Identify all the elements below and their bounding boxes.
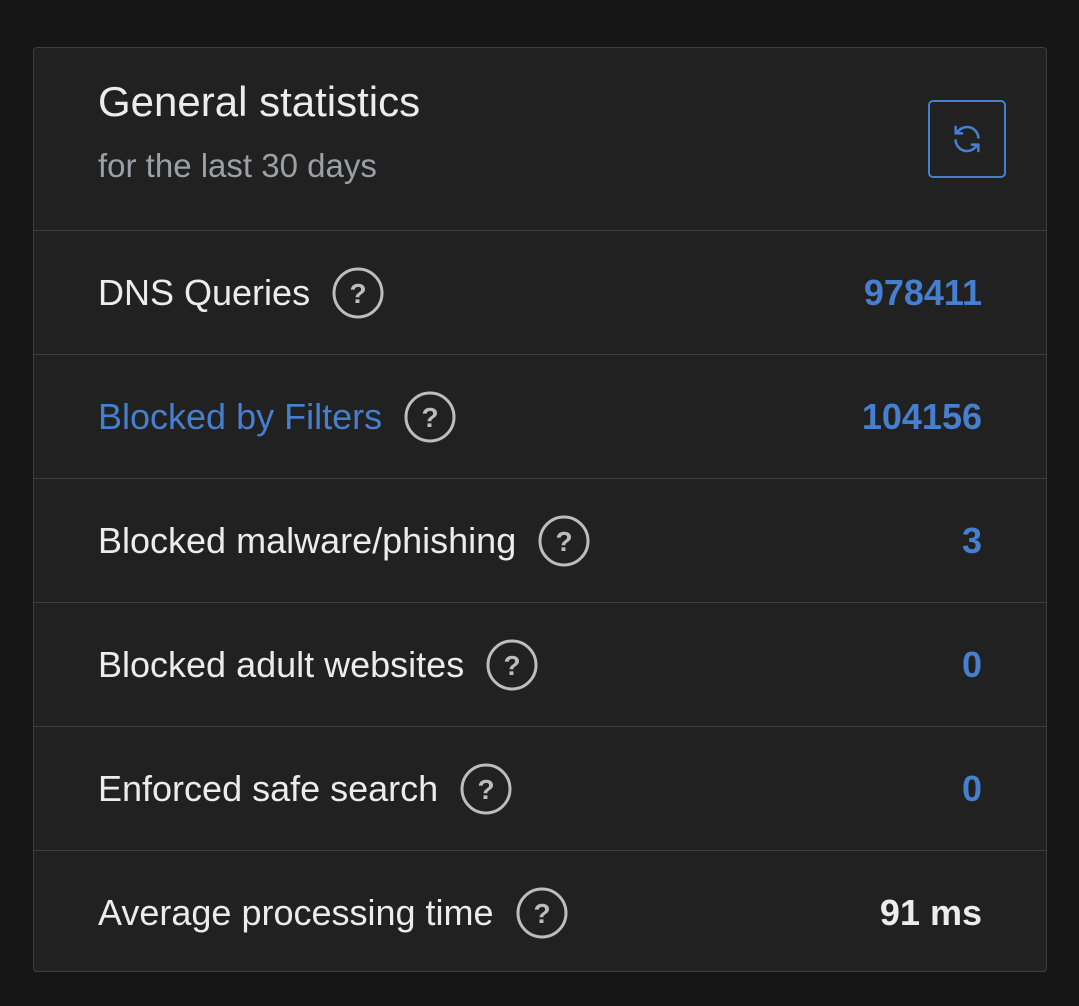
refresh-button[interactable] — [928, 100, 1006, 178]
svg-text:?: ? — [422, 402, 439, 433]
stat-row-blocked-adult-websites: Blocked adult websites ? 0 — [34, 603, 1046, 727]
stat-row-blocked-by-filters: Blocked by Filters ? 104156 — [34, 355, 1046, 479]
stat-value: 0 — [961, 767, 982, 809]
stat-row-enforced-safe-search: Enforced safe search ? 0 — [34, 727, 1046, 851]
stat-row-blocked-malware-phishing: Blocked malware/phishing ? 3 — [34, 479, 1046, 603]
stat-label: Blocked adult websites — [98, 643, 465, 685]
svg-text:?: ? — [504, 650, 521, 681]
question-circle-icon[interactable]: ? — [404, 391, 456, 443]
stat-row-dns-queries: DNS Queries ? 978411 — [34, 231, 1046, 355]
svg-text:?: ? — [556, 526, 573, 557]
stat-label: Average processing time — [98, 892, 494, 933]
stat-value: 3 — [961, 519, 982, 561]
stat-label: Enforced safe search — [98, 767, 439, 809]
svg-text:?: ? — [350, 278, 367, 309]
card-title: General statistics — [98, 78, 421, 125]
card-header: General statistics for the last 30 days — [34, 48, 1046, 231]
refresh-icon — [950, 122, 984, 156]
stat-value: 104156 — [861, 395, 982, 437]
svg-text:?: ? — [533, 898, 550, 929]
card-subtitle: for the last 30 days — [98, 147, 377, 184]
blocked-by-filters-link[interactable]: Blocked by Filters — [98, 396, 382, 438]
stat-value: 978411 — [863, 271, 982, 313]
question-circle-icon[interactable]: ? — [538, 515, 590, 567]
general-statistics-card: General statistics for the last 30 days … — [33, 47, 1047, 972]
question-circle-icon[interactable]: ? — [486, 639, 538, 691]
question-circle-icon[interactable]: ? — [332, 267, 384, 319]
question-circle-icon[interactable]: ? — [516, 887, 568, 939]
stat-value: 91 ms — [879, 892, 982, 933]
stat-value: 0 — [961, 643, 982, 685]
stat-label: DNS Queries — [98, 271, 311, 313]
svg-text:?: ? — [478, 774, 495, 805]
question-circle-icon[interactable]: ? — [460, 763, 512, 815]
stat-label: Blocked malware/phishing — [98, 519, 517, 561]
stat-row-average-processing-time: Average processing time ? 91 ms — [34, 851, 1046, 971]
